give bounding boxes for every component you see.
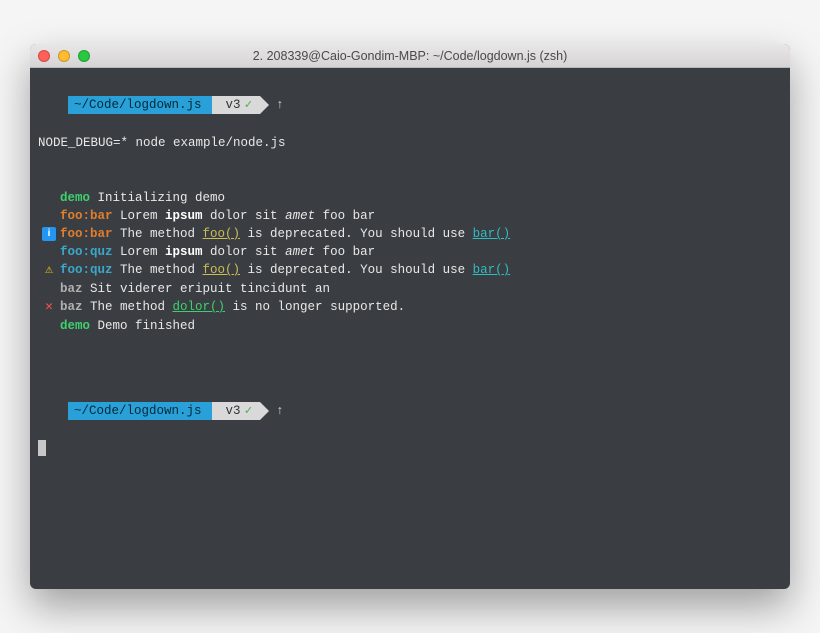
log-prefix: foo:quz	[60, 245, 113, 259]
prompt-path: ~/Code/logdown.js	[68, 96, 212, 114]
log-message: Lorem ipsum dolor sit amet foo bar	[113, 209, 376, 223]
check-icon: ✓	[245, 404, 253, 418]
log-prefix: foo:bar	[60, 227, 113, 241]
window-title: 2. 208339@Caio-Gondim-MBP: ~/Code/logdow…	[30, 49, 790, 63]
log-icon-gutter: ✕	[38, 298, 60, 317]
close-icon[interactable]	[38, 50, 50, 62]
prompt-path: ~/Code/logdown.js	[68, 402, 212, 420]
log-message: Initializing demo	[90, 191, 225, 205]
log-prefix: baz	[60, 282, 83, 296]
log-line: i foo:bar The method foo() is deprecated.…	[38, 225, 782, 243]
prompt: ~/Code/logdown.js v3✓ ↑	[68, 402, 284, 420]
command-line: NODE_DEBUG=* node example/node.js	[38, 134, 782, 152]
window-controls	[38, 50, 90, 62]
window-titlebar: 2. 208339@Caio-Gondim-MBP: ~/Code/logdow…	[30, 44, 790, 68]
prompt-branch: v3✓	[212, 402, 261, 420]
log-prefix: foo:bar	[60, 209, 113, 223]
log-message: Lorem ipsum dolor sit amet foo bar	[113, 245, 376, 259]
log-output: demo Initializing demofoo:bar Lorem ipsu…	[38, 189, 782, 335]
log-prefix: foo:quz	[60, 263, 113, 277]
log-icon-gutter: i	[38, 225, 60, 243]
prompt: ~/Code/logdown.js v3✓ ↑	[68, 96, 284, 114]
arrow-up-icon: ↑	[276, 402, 284, 420]
check-icon: ✓	[245, 98, 253, 112]
warning-icon: ⚠	[45, 262, 53, 277]
log-prefix: baz	[60, 300, 83, 314]
log-line: baz Sit viderer eripuit tincidunt an	[38, 280, 782, 298]
log-line: ✕ baz The method dolor() is no longer sup…	[38, 298, 782, 317]
log-message: The method foo() is deprecated. You shou…	[113, 263, 511, 277]
cursor-line	[38, 440, 782, 458]
log-line: demo Demo finished	[38, 317, 782, 335]
zoom-icon[interactable]	[78, 50, 90, 62]
log-message: The method foo() is deprecated. You shou…	[113, 227, 511, 241]
arrow-up-icon: ↑	[276, 96, 284, 114]
log-icon-gutter: ⚠	[38, 261, 60, 280]
info-icon: i	[42, 227, 56, 241]
log-line: ⚠ foo:quz The method foo() is deprecated.…	[38, 261, 782, 280]
prompt-branch: v3✓	[212, 96, 261, 114]
log-line: foo:quz Lorem ipsum dolor sit amet foo b…	[38, 243, 782, 261]
cursor	[38, 440, 46, 456]
terminal-window: 2. 208339@Caio-Gondim-MBP: ~/Code/logdow…	[30, 44, 790, 589]
log-message: Demo finished	[90, 319, 195, 333]
log-line: foo:bar Lorem ipsum dolor sit amet foo b…	[38, 207, 782, 225]
terminal-body[interactable]: ~/Code/logdown.js v3✓ ↑ NODE_DEBUG=* nod…	[30, 68, 790, 589]
error-icon: ✕	[45, 299, 53, 314]
log-prefix: demo	[60, 191, 90, 205]
log-message: The method dolor() is no longer supporte…	[83, 300, 406, 314]
log-message: Sit viderer eripuit tincidunt an	[83, 282, 331, 296]
minimize-icon[interactable]	[58, 50, 70, 62]
log-prefix: demo	[60, 319, 90, 333]
log-line: demo Initializing demo	[38, 189, 782, 207]
